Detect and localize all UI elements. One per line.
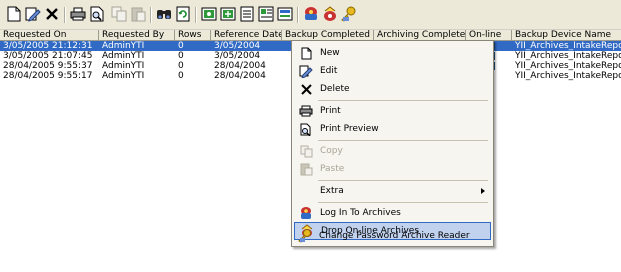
menu-item-paste: Paste [294,160,491,178]
cell-requested-by: AdminYTI [102,71,145,81]
cell-rows: 0 [178,51,184,61]
menu-separator [318,202,488,203]
view-icon-5[interactable] [276,5,294,23]
menu-item-delete[interactable]: Delete [294,80,491,98]
cell-backup-device-name: YII_Archives_IntakeRepo [515,61,621,71]
column-header-backup-device-name[interactable]: Backup Device Name [512,30,621,41]
toolbar-separator [150,7,152,23]
cell-requested-by: AdminYTI [102,41,145,51]
view-icon-2[interactable] [219,5,237,23]
change-password-icon [293,227,317,245]
cell-requested-by: AdminYTI [102,51,145,61]
cell-reference-date: 28/04/2004 [214,71,266,81]
print-icon [294,102,318,120]
menu-separator [318,180,488,181]
refresh-icon[interactable] [174,5,192,23]
menu-item-print-preview[interactable]: Print Preview [294,120,491,138]
cell-reference-date: 3/05/2004 [214,51,261,61]
cell-rows: 0 [178,71,184,81]
print-preview-icon [294,120,318,138]
paste-icon [129,5,147,23]
cell-reference-date: 28/04/2004 [214,61,266,71]
menu-item-label: Print Preview [320,124,379,134]
find-icon[interactable] [155,5,173,23]
cell-backup-device-name: YII_Archives_IntakeRepo [515,71,621,81]
menu-item-edit[interactable]: Edit [294,62,491,80]
menu-item-label: Paste [320,164,345,174]
menu-separator [318,100,488,101]
view-icon-3[interactable] [238,5,256,23]
menu-item-log-in-to-archives[interactable]: Log In To Archives [294,204,491,222]
cell-requested-on: 28/04/2005 9:55:37 [3,61,93,71]
toolbar-separator [195,7,197,23]
drop-archives-icon[interactable] [321,5,339,23]
menu-item-label: Extra [320,186,344,196]
edit-icon [294,62,318,80]
delete-icon [294,80,318,98]
menu-item-label: Edit [320,66,338,76]
menu-separator [318,140,488,141]
cell-backup-device-name: YII_Archives_IntakeRepo [515,51,621,61]
column-header-reference-date[interactable]: Reference Date [211,30,282,41]
cell-rows: 0 [178,61,184,71]
view-icon-1[interactable] [200,5,218,23]
menu-item-label: Change Password Archive Reader [319,231,470,241]
cell-rows: 0 [178,41,184,51]
print-preview-icon[interactable] [88,5,106,23]
menu-item-label: New [320,48,340,58]
cell-requested-on: 28/04/2005 9:55:17 [3,71,93,81]
menu-item-print[interactable]: Print [294,102,491,120]
change-password-icon[interactable] [340,5,358,23]
log-in-archives-icon[interactable] [302,5,320,23]
edit-icon[interactable] [24,5,42,23]
menu-item-new[interactable]: New [294,44,491,62]
submenu-arrow-icon [481,188,485,194]
menu-item-label: Delete [320,84,350,94]
cell-requested-on: 3/05/2005 21:12:31 [3,41,93,51]
cell-requested-by: AdminYTI [102,61,145,71]
print-icon[interactable] [69,5,87,23]
menu-item-copy: Copy [294,142,491,160]
menu-item-label: Print [320,106,341,116]
toolbar-separator [297,7,299,23]
new-icon[interactable] [5,5,23,23]
copy-icon [110,5,128,23]
cell-reference-date: 3/05/2004 [214,41,261,51]
delete-icon[interactable] [43,5,61,23]
column-header-rows[interactable]: Rows [175,30,211,41]
menu-item-extra[interactable]: Extra [294,182,491,200]
context-menu: New Edit Delete Print Print Preview Copy [291,40,494,247]
column-header-requested-on[interactable]: Requested On [0,30,99,41]
menu-item-label: Copy [320,146,343,156]
toolbar-separator [64,7,66,23]
cell-requested-on: 3/05/2005 21:07:45 [3,51,93,61]
new-icon [294,44,318,62]
toolbar [0,0,621,30]
cell-backup-device-name: YII_Archives_IntakeRepo [515,41,621,51]
view-icon-4[interactable] [257,5,275,23]
paste-icon [294,160,318,178]
copy-icon [294,142,318,160]
menu-item-label: Log In To Archives [320,208,401,218]
column-header-requested-by[interactable]: Requested By [99,30,175,41]
menu-item-change-password-archive-reader[interactable]: Change Password Archive Reader [293,227,490,245]
log-in-archives-icon [294,204,318,222]
